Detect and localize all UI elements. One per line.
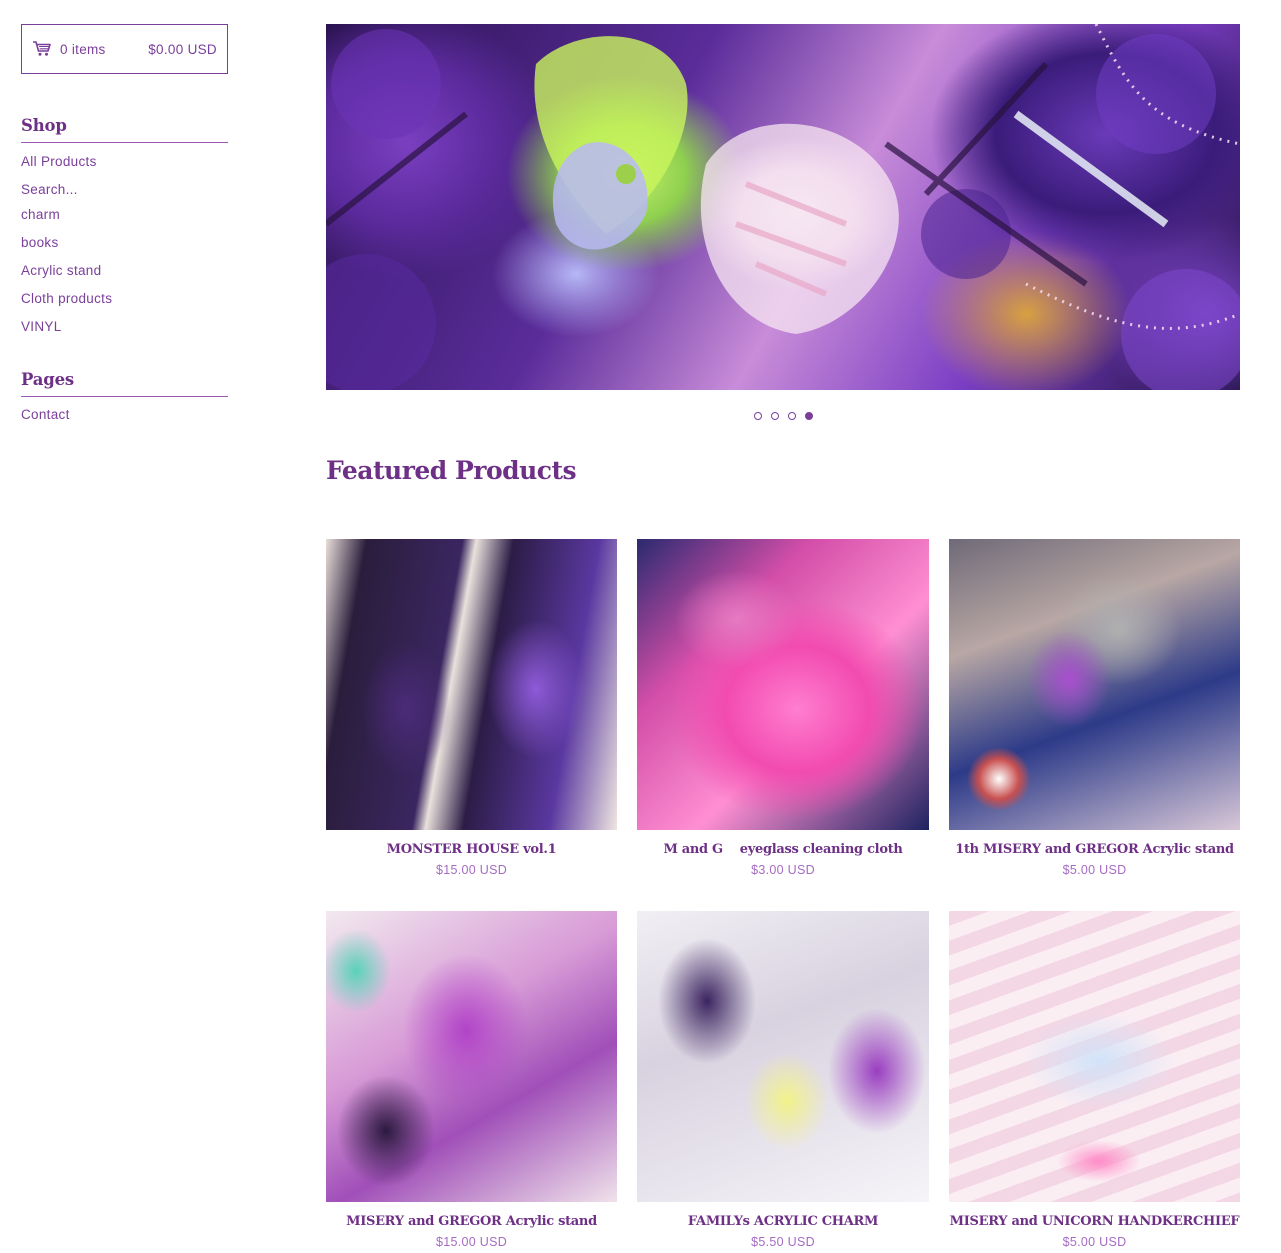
product-name[interactable]: MONSTER HOUSE vol.1 <box>326 842 617 857</box>
product-card[interactable]: M and G eyeglass cleaning cloth $3.00 US… <box>637 539 929 877</box>
product-price: $5.50 USD <box>751 1235 815 1249</box>
sidebar-item-books[interactable]: books <box>21 234 228 262</box>
sidebar-item-cloth-products[interactable]: Cloth products <box>21 290 228 318</box>
product-price: $15.00 USD <box>435 1235 508 1249</box>
sidebar-item-search[interactable]: Search... <box>21 181 228 206</box>
product-name[interactable]: MISERY and GREGOR Acrylic stand <box>326 1214 617 1229</box>
product-card[interactable]: FAMILYs ACRYLIC CHARM $5.50 USD <box>637 911 929 1249</box>
product-image[interactable] <box>637 911 929 1202</box>
product-name[interactable]: 1th MISERY and GREGOR Acrylic stand <box>949 842 1240 857</box>
slider-dot-4[interactable] <box>804 412 813 420</box>
cart-button[interactable]: 0 items $0.00 USD <box>21 24 228 74</box>
pages-nav: Contact <box>21 407 228 422</box>
product-price: $5.00 USD <box>1062 1235 1127 1249</box>
product-price: $15.00 USD <box>435 863 508 877</box>
sidebar-item-all-products[interactable]: All Products <box>21 153 228 181</box>
sidebar: 0 items $0.00 USD Shop All Products Sear… <box>21 24 228 422</box>
sidebar-item-acrylic-stand[interactable]: Acrylic stand <box>21 262 228 290</box>
product-card[interactable]: MONSTER HOUSE vol.1 $15.00 USD <box>326 539 617 877</box>
product-name[interactable]: MISERY and UNICORN HANDKERCHIEF <box>949 1214 1240 1229</box>
slider-dot-2[interactable] <box>770 412 779 420</box>
featured-products-title: Featured Products <box>326 456 577 485</box>
sidebar-link-all-products[interactable]: All Products <box>21 154 97 169</box>
product-grid: MONSTER HOUSE vol.1 $15.00 USD M and G e… <box>326 539 1240 1249</box>
product-name[interactable]: M and G eyeglass cleaning cloth <box>637 842 929 857</box>
sidebar-item-vinyl[interactable]: VINYL <box>21 318 228 346</box>
sidebar-link-cloth-products[interactable]: Cloth products <box>21 291 112 306</box>
slider-dot-1[interactable] <box>753 412 762 420</box>
hero-slider[interactable] <box>326 24 1240 390</box>
product-price: $5.00 USD <box>1062 863 1127 877</box>
sidebar-link-search[interactable]: Search... <box>21 182 78 197</box>
product-card[interactable]: MISERY and GREGOR Acrylic stand $15.00 U… <box>326 911 617 1249</box>
sidebar-link-charm[interactable]: charm <box>21 207 60 222</box>
cart-item-count: 0 items <box>60 41 106 57</box>
cart-total: $0.00 USD <box>148 41 217 57</box>
main-content: Featured Products MONSTER HOUSE vol.1 $1… <box>326 24 1240 1249</box>
product-image[interactable] <box>637 539 929 830</box>
sidebar-link-vinyl[interactable]: VINYL <box>21 319 62 334</box>
product-image[interactable] <box>326 911 617 1202</box>
sidebar-item-charm[interactable]: charm <box>21 206 228 234</box>
sidebar-item-contact[interactable]: Contact <box>21 407 228 422</box>
sidebar-link-acrylic-stand[interactable]: Acrylic stand <box>21 263 101 278</box>
product-card[interactable]: 1th MISERY and GREGOR Acrylic stand $5.0… <box>949 539 1240 877</box>
product-image[interactable] <box>326 539 617 830</box>
product-image[interactable] <box>949 911 1240 1202</box>
product-price: $3.00 USD <box>751 863 815 877</box>
sidebar-link-contact[interactable]: Contact <box>21 407 70 422</box>
slider-dot-3[interactable] <box>787 412 796 420</box>
product-card[interactable]: MISERY and UNICORN HANDKERCHIEF $5.00 US… <box>949 911 1240 1249</box>
pages-heading: Pages <box>21 370 228 397</box>
hero-slide-image <box>326 24 1240 390</box>
cart-icon <box>32 40 54 58</box>
sidebar-link-books[interactable]: books <box>21 235 59 250</box>
product-image[interactable] <box>949 539 1240 830</box>
shop-nav: All Products Search... charm books Acryl… <box>21 153 228 346</box>
slider-dots <box>326 412 1240 420</box>
shop-heading: Shop <box>21 116 228 143</box>
product-name[interactable]: FAMILYs ACRYLIC CHARM <box>637 1214 929 1229</box>
